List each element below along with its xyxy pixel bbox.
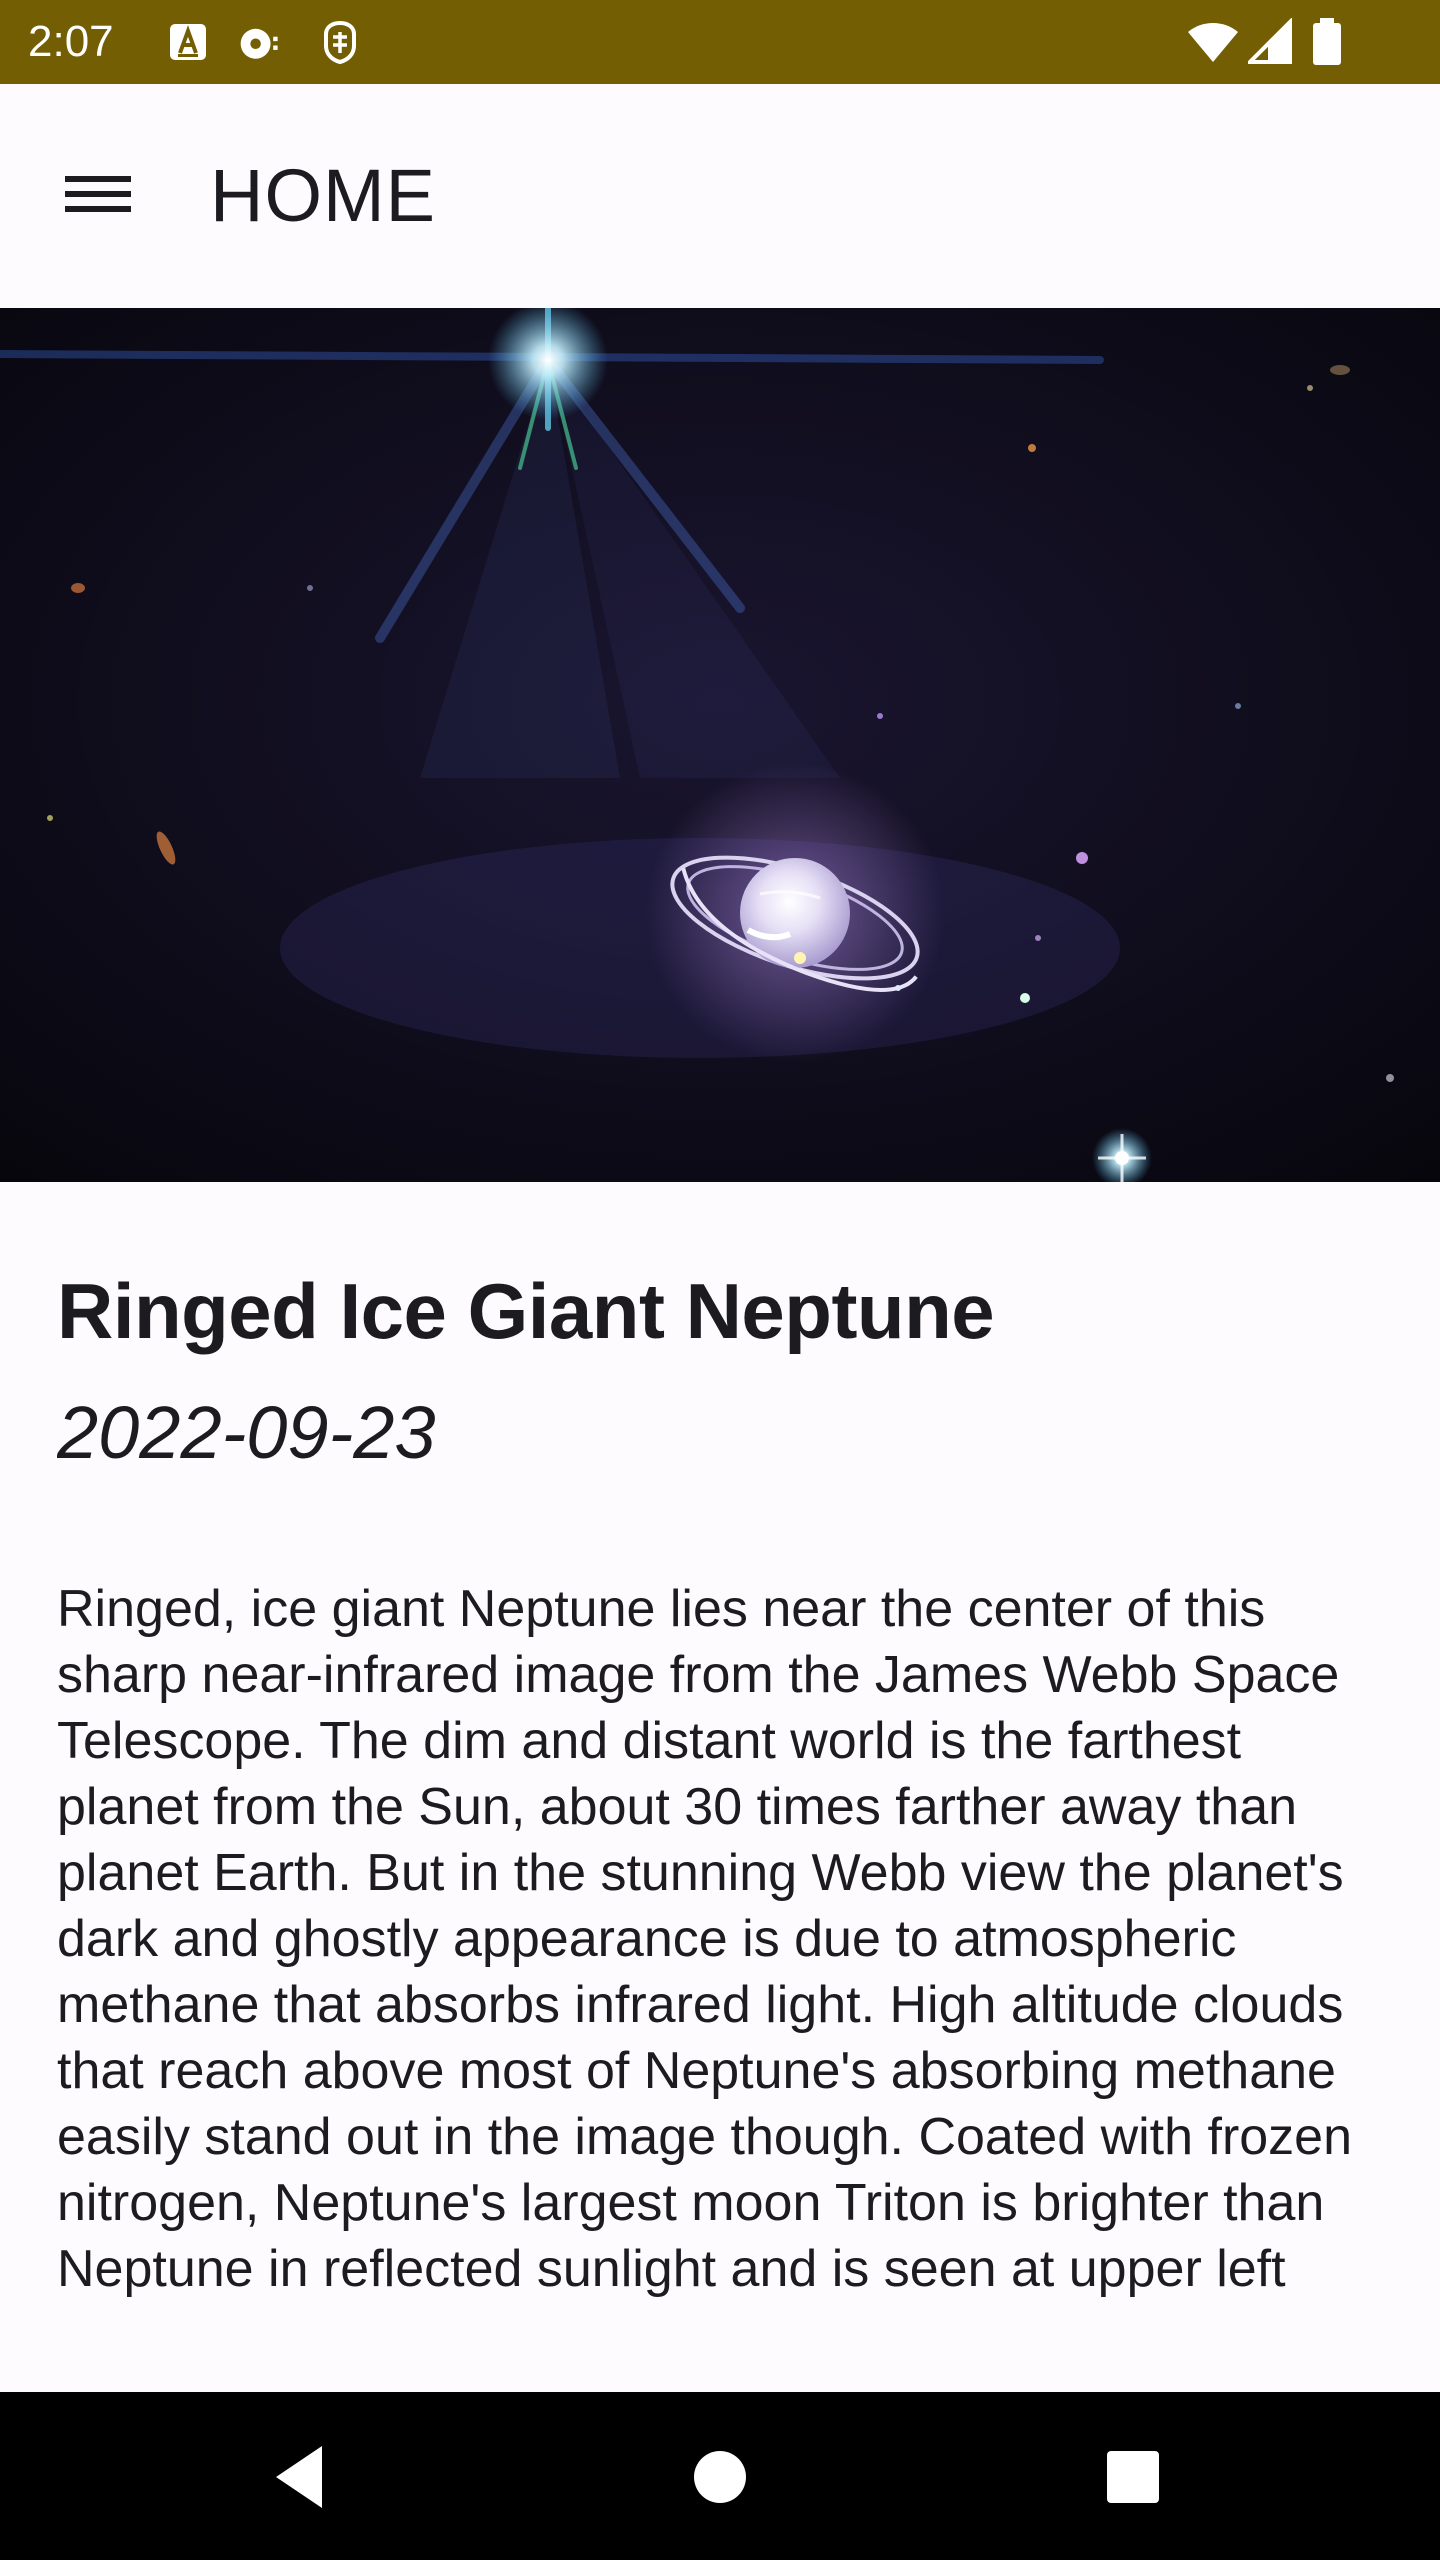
article-date: 2022-09-23 (57, 1391, 436, 1474)
article-title: Ringed Ice Giant Neptune (57, 1267, 995, 1355)
shield-icon (324, 20, 356, 64)
back-icon[interactable] (254, 2432, 344, 2522)
neptune-image (0, 308, 1440, 1182)
page-title: HOME (210, 154, 436, 237)
a-badge-icon (170, 24, 206, 60)
recents-icon[interactable] (1088, 2432, 1178, 2522)
status-bar: 2:07 (0, 0, 1440, 84)
article-explanation: Ringed, ice giant Neptune lies near the … (57, 1580, 1353, 2298)
hamburger-menu-icon[interactable] (40, 136, 156, 252)
cell-signal-icon (1248, 18, 1292, 64)
cast-icon (240, 28, 278, 59)
screen: 2:07 HOME Ringed Ice Giant Neptune 2022-… (0, 0, 1440, 2560)
wifi-icon (1188, 23, 1238, 62)
apod-image[interactable] (0, 308, 1440, 1182)
system-nav-bar (0, 2392, 1440, 2560)
home-icon[interactable] (675, 2432, 765, 2522)
article: Ringed Ice Giant Neptune 2022-09-23 Ring… (57, 1182, 1397, 2334)
battery-icon (1313, 18, 1341, 65)
top-app-bar: HOME (0, 84, 1440, 308)
status-time: 2:07 (28, 17, 114, 66)
